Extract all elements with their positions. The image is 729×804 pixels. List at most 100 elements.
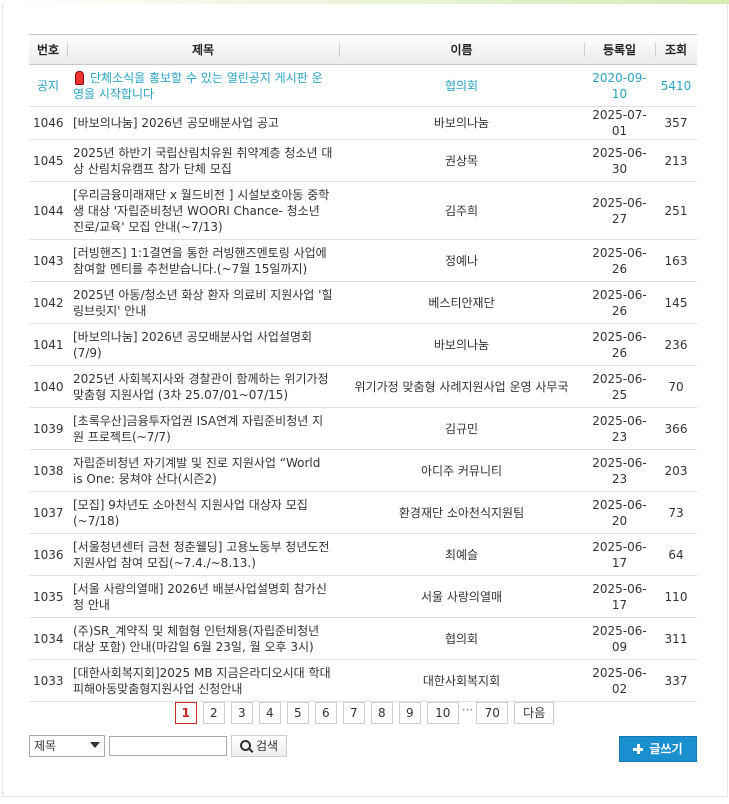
- row-date: 2025-06-26: [584, 323, 655, 366]
- row-name: 협의회: [339, 617, 584, 660]
- row-date: 2025-06-26: [584, 239, 655, 282]
- row-name: 바보의나눔: [339, 323, 584, 366]
- row-views: 110: [655, 575, 697, 618]
- row-views: 73: [655, 491, 697, 534]
- table-row[interactable]: 1038 자립준비청년 자기계발 및 진로 지원사업 “World is One:…: [29, 449, 697, 492]
- table-row[interactable]: 1044 [우리금융미래재단 x 월드비전 ] 시설보호아동 중학생 대상 '자립…: [29, 181, 697, 240]
- table-row[interactable]: 1042 2025년 아동/청소년 화상 환자 의료비 지원사업 '힐링브릿지' …: [29, 281, 697, 324]
- row-subject-link[interactable]: [서울 사랑의열매] 2026년 배분사업설명회 참가신청 안내: [67, 575, 339, 618]
- search-icon: [239, 740, 251, 751]
- row-views: 337: [655, 659, 697, 702]
- table-row[interactable]: 1046 [바보의나눔] 2026년 공모배분사업 공고 바보의나눔 2025-07-…: [29, 106, 697, 140]
- row-views: 311: [655, 617, 697, 660]
- table-row[interactable]: 1033 [대한사회복지회]2025 MB 지금은라디오시대 학대피해아동맞춤형지…: [29, 659, 697, 702]
- row-name: 정예나: [339, 239, 584, 282]
- row-name: 대한사회복지회: [339, 659, 584, 702]
- row-num: 1037: [29, 491, 67, 534]
- table-header-row: 번호 제목 이름 등록일 조회: [29, 34, 697, 65]
- write-button[interactable]: 글쓰기: [619, 736, 697, 762]
- table-row[interactable]: 1045 2025년 하반기 국립산림치유원 취약계층 청소년 대상 산림치유캠프…: [29, 139, 697, 182]
- row-date: 2025-06-23: [584, 449, 655, 492]
- page-8[interactable]: 8: [370, 702, 393, 724]
- table-row[interactable]: 1035 [서울 사랑의열매] 2026년 배분사업설명회 참가신청 안내 서울 사…: [29, 575, 697, 618]
- row-subject-link[interactable]: [모집] 9차년도 소아천식 지원사업 대상자 모집(~7/18): [67, 491, 339, 534]
- page-next-button[interactable]: 다음: [514, 702, 555, 724]
- row-num: 1039: [29, 407, 67, 450]
- row-subject-link[interactable]: (주)SR_계약직 및 체험형 인턴채용(자립준비청년 대상 포함) 안내(마감…: [67, 617, 339, 660]
- page-5[interactable]: 5: [286, 702, 309, 724]
- notice-row[interactable]: 공지 단체소식을 홍보할 수 있는 열린공지 게시판 운영을 시작합니다 협의회…: [29, 64, 697, 107]
- row-views: 357: [655, 106, 697, 140]
- row-views: 213: [655, 139, 697, 182]
- notice-views: 5410: [655, 64, 697, 107]
- notice-label: 공지: [29, 64, 67, 107]
- page-10[interactable]: 10: [426, 702, 459, 724]
- row-name: 최예슬: [339, 533, 584, 576]
- row-date: 2025-06-02: [584, 659, 655, 702]
- row-views: 163: [655, 239, 697, 282]
- row-subject-link[interactable]: [서울청년센터 금천 청춘웰딩] 고용노동부 청년도전지원사업 참여 모집(~7…: [67, 533, 339, 576]
- row-date: 2025-06-26: [584, 281, 655, 324]
- row-views: 203: [655, 449, 697, 492]
- page-2[interactable]: 2: [202, 702, 225, 724]
- pagination: 1 2 3 4 5 6 7 8 9 10 ··· 70 다음: [0, 702, 729, 724]
- table-row[interactable]: 1036 [서울청년센터 금천 청춘웰딩] 고용노동부 청년도전지원사업 참여 모…: [29, 533, 697, 576]
- header-date: 등록일: [584, 34, 655, 65]
- row-name: 아디주 커뮤니티: [339, 449, 584, 492]
- row-date: 2025-06-27: [584, 181, 655, 240]
- page-last[interactable]: 70: [476, 702, 509, 724]
- page-1[interactable]: 1: [174, 702, 197, 724]
- search-button[interactable]: 검색: [231, 735, 287, 757]
- row-date: 2025-06-25: [584, 365, 655, 408]
- search-field-select[interactable]: 제목: [29, 735, 105, 757]
- row-subject-link[interactable]: 자립준비청년 자기계발 및 진로 지원사업 “World is One: 뭉쳐야…: [67, 449, 339, 492]
- row-subject-link[interactable]: 2025년 사회복지사와 경찰관이 함께하는 위기가정 맞춤형 지원사업 (3차…: [67, 365, 339, 408]
- row-subject-link[interactable]: [우리금융미래재단 x 월드비전 ] 시설보호아동 중학생 대상 '자립준비청년…: [67, 181, 339, 240]
- row-date: 2025-07-01: [584, 106, 655, 140]
- pagination-ellipsis: ···: [461, 703, 474, 717]
- row-num: 1044: [29, 181, 67, 240]
- page-3[interactable]: 3: [230, 702, 253, 724]
- row-name: 김주희: [339, 181, 584, 240]
- table-row[interactable]: 1039 [초록우산]금융투자업권 ISA연계 자립준비청년 지원 프로젝트(~7…: [29, 407, 697, 450]
- row-date: 2025-06-23: [584, 407, 655, 450]
- page-7[interactable]: 7: [342, 702, 365, 724]
- header-subject: 제목: [67, 34, 339, 65]
- row-name: 서울 사랑의열매: [339, 575, 584, 618]
- row-num: 1034: [29, 617, 67, 660]
- row-subject-link[interactable]: [대한사회복지회]2025 MB 지금은라디오시대 학대피해아동맞춤형지원사업 …: [67, 659, 339, 702]
- write-button-label: 글쓰기: [649, 742, 683, 756]
- table-row[interactable]: 1041 [바보의나눔] 2026년 공모배분사업 사업설명회(7/9) 바보의나눔…: [29, 323, 697, 366]
- table-row[interactable]: 1034 (주)SR_계약직 및 체험형 인턴채용(자립준비청년 대상 포함) 안…: [29, 617, 697, 660]
- row-num: 1038: [29, 449, 67, 492]
- row-date: 2025-06-20: [584, 491, 655, 534]
- table-row[interactable]: 1037 [모집] 9차년도 소아천식 지원사업 대상자 모집(~7/18) 환경재…: [29, 491, 697, 534]
- header-num: 번호: [29, 34, 67, 65]
- chevron-down-icon: [90, 742, 100, 748]
- row-subject-link[interactable]: [바보의나눔] 2026년 공모배분사업 공고: [67, 106, 339, 140]
- row-subject-link[interactable]: [러빙핸즈] 1:1결연을 통한 러빙핸즈멘토링 사업에 참여할 멘티를 추천받…: [67, 239, 339, 282]
- row-date: 2025-06-17: [584, 575, 655, 618]
- row-name: 위기가정 맞춤형 사례지원사업 운영 사무국: [339, 365, 584, 408]
- search-field-selected: 제목: [34, 739, 57, 753]
- row-date: 2025-06-09: [584, 617, 655, 660]
- search-button-label: 검색: [255, 739, 279, 753]
- row-views: 145: [655, 281, 697, 324]
- search-input[interactable]: [109, 736, 227, 756]
- page-4[interactable]: 4: [258, 702, 281, 724]
- header-views: 조회: [655, 34, 697, 65]
- page-9[interactable]: 9: [398, 702, 421, 724]
- row-subject-link[interactable]: 2025년 하반기 국립산림치유원 취약계층 청소년 대상 산림치유캠프 참가 …: [67, 139, 339, 182]
- page-6[interactable]: 6: [314, 702, 337, 724]
- notice-subject-cell[interactable]: 단체소식을 홍보할 수 있는 열린공지 게시판 운영을 시작합니다: [67, 64, 339, 107]
- row-num: 1033: [29, 659, 67, 702]
- row-subject-link[interactable]: 2025년 아동/청소년 화상 환자 의료비 지원사업 '힐링브릿지' 안내: [67, 281, 339, 324]
- row-num: 1036: [29, 533, 67, 576]
- row-subject-link[interactable]: [바보의나눔] 2026년 공모배분사업 사업설명회(7/9): [67, 323, 339, 366]
- table-row[interactable]: 1043 [러빙핸즈] 1:1결연을 통한 러빙핸즈멘토링 사업에 참여할 멘티를…: [29, 239, 697, 282]
- notice-date: 2020-09-10: [584, 64, 655, 107]
- row-subject-link[interactable]: [초록우산]금융투자업권 ISA연계 자립준비청년 지원 프로젝트(~7/7): [67, 407, 339, 450]
- notice-subject-link[interactable]: 단체소식을 홍보할 수 있는 열린공지 게시판 운영을 시작합니다: [73, 71, 323, 101]
- header-name: 이름: [339, 34, 584, 65]
- table-row[interactable]: 1040 2025년 사회복지사와 경찰관이 함께하는 위기가정 맞춤형 지원사업…: [29, 365, 697, 408]
